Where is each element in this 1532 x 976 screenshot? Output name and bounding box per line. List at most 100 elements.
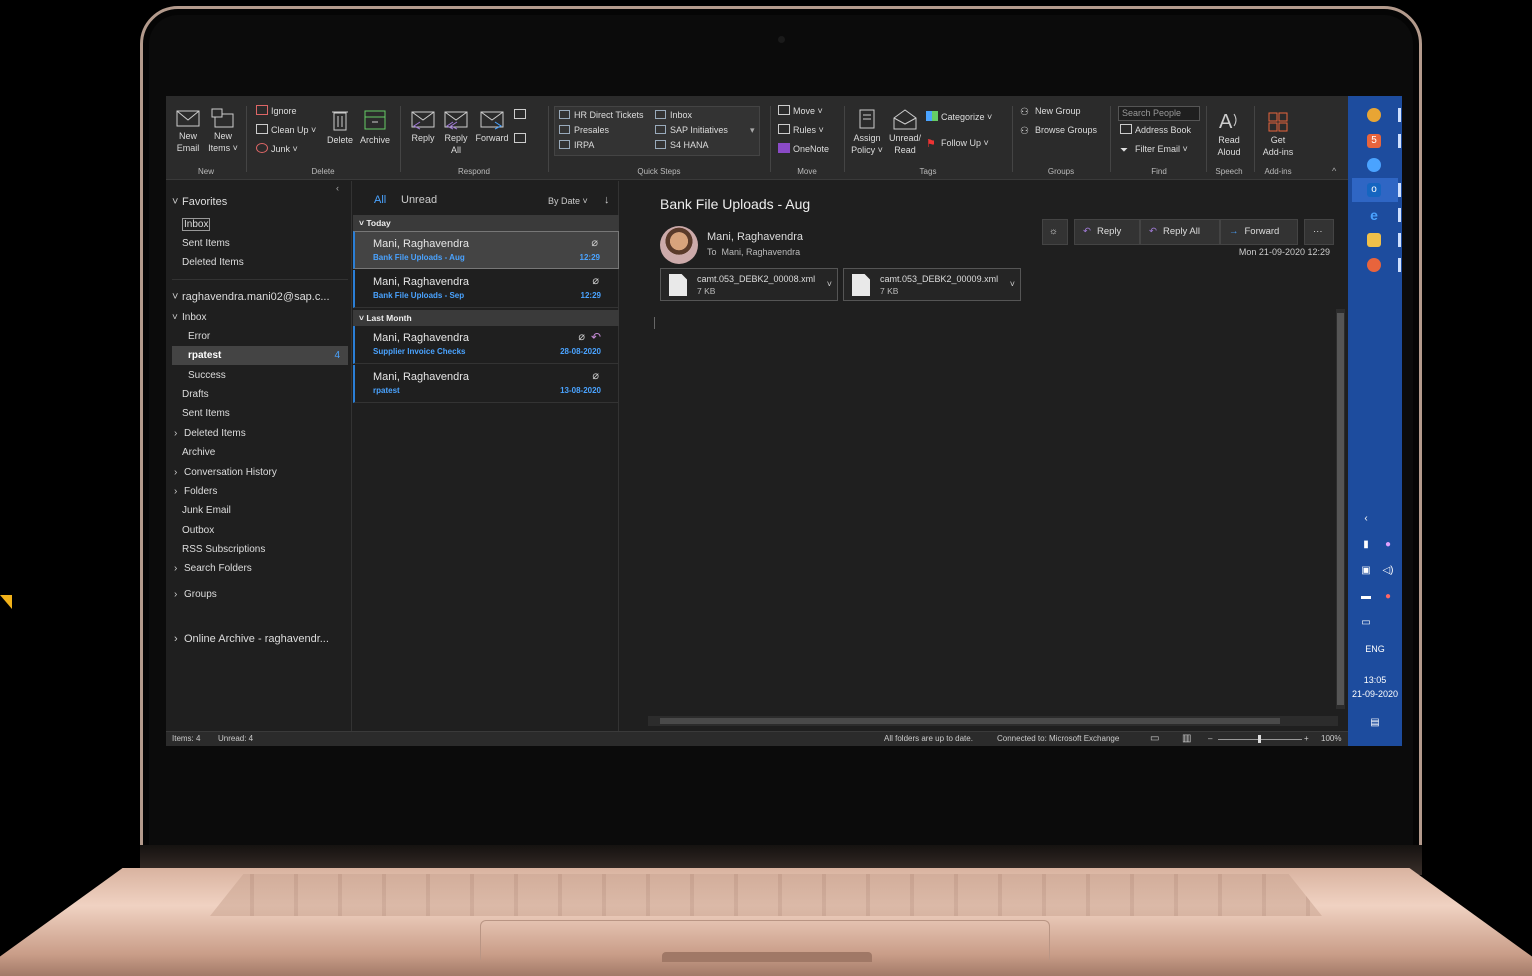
folder-junk-email[interactable]: Junk Email xyxy=(182,501,364,520)
chevron-down-icon[interactable]: ˅ xyxy=(1010,279,1015,289)
group-header-last-month[interactable]: ˅ Last Month xyxy=(353,310,619,326)
new-items-button[interactable]: New Items ˅ xyxy=(206,108,240,154)
move-button[interactable]: Move ˅ xyxy=(778,104,823,118)
message-row[interactable]: Mani, Raghavendra Bank File Uploads - Se… xyxy=(353,270,619,308)
network-icon[interactable]: ▭ xyxy=(1358,616,1374,630)
folder-sent-items[interactable]: Sent Items xyxy=(182,404,364,423)
favorites-header[interactable]: ˅ Favorites xyxy=(172,193,354,212)
folder-folders[interactable]: › Folders xyxy=(174,482,356,501)
zoom-slider-knob[interactable] xyxy=(1258,735,1261,743)
attachment-card[interactable]: camt.053_DEBK2_00008.xml 7 KB ˅ xyxy=(660,268,838,301)
vertical-scrollbar[interactable] xyxy=(1336,309,1345,709)
clock-time[interactable]: 13:05 xyxy=(1348,675,1402,685)
address-book-button[interactable]: Address Book xyxy=(1120,123,1191,137)
folder-deleted-items[interactable]: › Deleted Items xyxy=(174,424,356,443)
onenote-button[interactable]: OneNote xyxy=(778,142,829,156)
status-connection-text[interactable]: Connected to: Microsoft Exchange xyxy=(997,732,1119,746)
archive-button[interactable]: Archive xyxy=(356,108,394,146)
teams-icon[interactable]: ▣ xyxy=(1358,564,1374,578)
delete-button[interactable]: Delete xyxy=(324,108,356,146)
clock-date[interactable]: 21-09-2020 xyxy=(1348,689,1402,699)
filter-unread-tab[interactable]: Unread xyxy=(401,194,437,206)
folder-groups[interactable]: › Groups xyxy=(174,585,356,604)
message-row[interactable]: Mani, Raghavendra Supplier Invoice Check… xyxy=(353,326,619,364)
folder-success[interactable]: Success xyxy=(188,366,370,385)
notifications-icon[interactable]: ▤ xyxy=(1367,716,1383,730)
usb-icon[interactable]: ▮ xyxy=(1358,538,1374,552)
get-add-ins-button[interactable]: Get Add-ins xyxy=(1258,108,1298,158)
junk-button[interactable]: Junk ˅ xyxy=(256,142,298,156)
filter-all-tab[interactable]: All xyxy=(374,194,386,206)
follow-up-button[interactable]: ⚑ Follow Up ˅ xyxy=(926,136,989,150)
scrollbar-thumb[interactable] xyxy=(660,718,1280,724)
recipient-name[interactable]: Mani, Raghavendra xyxy=(722,247,801,257)
security-tray-icon[interactable]: ● xyxy=(1380,590,1396,604)
chrome-icon[interactable] xyxy=(1367,108,1381,122)
folder-drafts[interactable]: Drafts xyxy=(182,385,364,404)
clean-up-button[interactable]: Clean Up ˅ xyxy=(256,123,316,137)
folder-online-archive[interactable]: › Online Archive - raghavendr... xyxy=(174,630,356,649)
status-unread-count: Unread: 4 xyxy=(218,734,254,743)
meeting-reply-button[interactable] xyxy=(514,108,529,122)
speaker-icon[interactable]: ◁) xyxy=(1380,564,1396,578)
reply-button[interactable]: ↶ Reply xyxy=(1074,219,1140,245)
folder-favorite-deleted-items[interactable]: Deleted Items xyxy=(182,253,364,272)
recorder-app-icon[interactable] xyxy=(1367,258,1381,272)
forward-button[interactable]: Forward xyxy=(472,108,512,144)
folder-inbox[interactable]: ˅ Inbox xyxy=(172,308,354,327)
input-language[interactable]: ENG xyxy=(1348,644,1402,654)
reply-all-button[interactable]: ↶ Reply All xyxy=(1140,219,1220,245)
forward-button[interactable]: → Forward xyxy=(1220,219,1298,245)
rules-button[interactable]: Rules ˅ xyxy=(778,123,824,137)
folder-archive[interactable]: Archive xyxy=(182,443,364,462)
new-group-button[interactable]: ⚇ New Group xyxy=(1020,104,1081,118)
folder-favorite-inbox[interactable]: Inbox xyxy=(182,215,211,234)
folder-favorite-sent-items[interactable]: Sent Items xyxy=(182,234,364,253)
filter-email-button[interactable]: ⏷ Filter Email ˅ xyxy=(1120,142,1188,156)
more-respond-button[interactable] xyxy=(514,132,529,146)
zoom-level[interactable]: 100% xyxy=(1321,732,1341,746)
theme-toggle-button[interactable]: ☼ xyxy=(1042,219,1068,245)
read-aloud-button[interactable]: A Read Aloud xyxy=(1210,108,1248,158)
file-explorer-icon[interactable] xyxy=(1367,233,1381,247)
more-actions-button[interactable]: ··· xyxy=(1304,219,1334,245)
new-email-button[interactable]: New Email xyxy=(172,108,204,154)
reading-view-icon[interactable]: ▥ xyxy=(1182,732,1191,746)
message-row[interactable]: Mani, Raghavendra Bank File Uploads - Au… xyxy=(353,231,619,269)
attachment-card[interactable]: camt.053_DEBK2_00009.xml 7 KB ˅ xyxy=(843,268,1021,301)
scrollbar-thumb[interactable] xyxy=(1337,313,1344,705)
sender-name[interactable]: Mani, Raghavendra xyxy=(707,231,803,243)
horizontal-scrollbar[interactable] xyxy=(648,716,1338,726)
folder-rss-subscriptions[interactable]: RSS Subscriptions xyxy=(182,540,364,559)
account-header[interactable]: ˅ raghavendra.mani02@sap.c... xyxy=(172,288,354,307)
outlook-icon[interactable]: o xyxy=(1367,183,1381,197)
chevron-left-icon[interactable]: ‹ xyxy=(1358,512,1374,526)
folder-outbox[interactable]: Outbox xyxy=(182,521,364,540)
group-header-today[interactable]: ˅ Today xyxy=(353,215,619,231)
battery-icon[interactable]: ▬ xyxy=(1358,590,1374,604)
collapse-ribbon-icon[interactable]: ^ xyxy=(1332,164,1336,178)
browse-groups-button[interactable]: ⚇ Browse Groups xyxy=(1020,123,1097,137)
zoom-in-icon[interactable]: + xyxy=(1304,732,1309,746)
avatar[interactable] xyxy=(660,226,698,264)
unread-read-button[interactable]: Unread/ Read xyxy=(886,108,924,156)
categorize-button[interactable]: Categorize ˅ xyxy=(926,110,992,124)
sort-by-date-dropdown[interactable]: By Date ˅ xyxy=(548,196,588,206)
folder-rpatest[interactable]: rpatest 4 xyxy=(172,346,348,365)
reply-button[interactable]: Reply xyxy=(406,108,440,144)
chevron-down-icon[interactable]: ˅ xyxy=(827,279,832,289)
internet-explorer-icon[interactable]: e xyxy=(1367,208,1381,222)
assign-policy-button[interactable]: Assign Policy ˅ xyxy=(848,108,886,156)
sort-direction-icon[interactable]: ↓ xyxy=(604,194,610,206)
folder-search-folders[interactable]: › Search Folders xyxy=(174,559,356,578)
folder-conversation-history[interactable]: › Conversation History xyxy=(174,463,356,482)
ignore-button[interactable]: Ignore xyxy=(256,104,297,118)
message-row[interactable]: Mani, Raghavendra rpatest 13-08-2020 ⌀ xyxy=(353,365,619,403)
reply-all-button[interactable]: Reply All xyxy=(440,108,472,156)
app-tray-icon[interactable]: ● xyxy=(1380,538,1396,552)
normal-view-icon[interactable]: ▭ xyxy=(1150,732,1159,746)
html5-icon[interactable]: 5 xyxy=(1367,134,1381,148)
zoom-out-icon[interactable]: – xyxy=(1208,732,1212,746)
folder-error[interactable]: Error xyxy=(188,327,370,346)
cloud-app-icon[interactable] xyxy=(1367,158,1381,172)
